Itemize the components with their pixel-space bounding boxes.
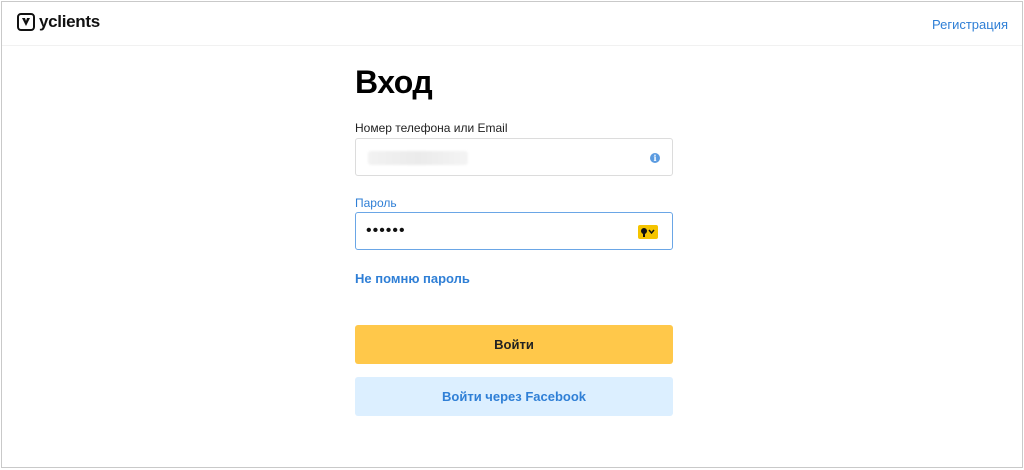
header: yclients Регистрация: [2, 2, 1022, 46]
register-link[interactable]: Регистрация: [932, 17, 1008, 32]
logo[interactable]: yclients: [17, 13, 100, 31]
login-field[interactable]: i: [355, 138, 673, 176]
page-frame: yclients Регистрация Вход Номер телефона…: [1, 1, 1023, 468]
forgot-password-link[interactable]: Не помню пароль: [355, 271, 470, 286]
info-icon[interactable]: i: [650, 153, 660, 163]
login-field-label: Номер телефона или Email: [355, 121, 508, 135]
facebook-login-button[interactable]: Войти через Facebook: [355, 377, 673, 416]
page-title: Вход: [355, 64, 433, 100]
password-field[interactable]: ••••••: [355, 212, 673, 250]
logo-icon: [17, 13, 35, 31]
password-field-label: Пароль: [355, 196, 397, 210]
logo-text: yclients: [39, 12, 100, 31]
password-input[interactable]: ••••••: [366, 223, 406, 239]
login-input[interactable]: [366, 139, 636, 175]
login-button[interactable]: Войти: [355, 325, 673, 364]
login-form: Вход Номер телефона или Email i Пароль •…: [355, 64, 673, 416]
key-icon[interactable]: [638, 225, 658, 239]
